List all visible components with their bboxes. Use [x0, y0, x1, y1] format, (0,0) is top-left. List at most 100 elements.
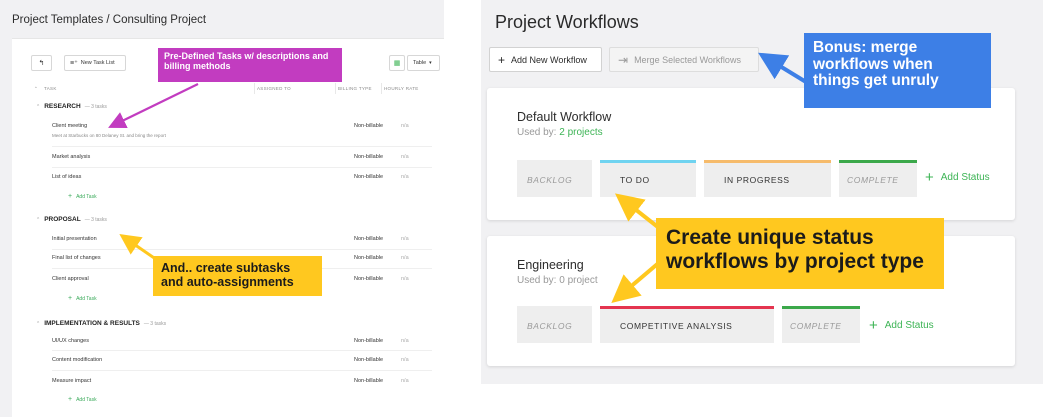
status-complete[interactable]: COMPLETE — [782, 306, 860, 343]
arrow-return-icon: ↰ — [38, 60, 45, 67]
task-name: Client approval — [52, 276, 89, 282]
section-title: PROPOSAL — [44, 216, 81, 223]
section-title: IMPLEMENTATION & RESULTS — [44, 320, 140, 327]
plus-icon: + — [498, 52, 506, 67]
section-title: RESEARCH — [44, 103, 81, 110]
plus-icon: + — [925, 169, 934, 186]
status-backlog[interactable]: BACKLOG — [517, 306, 592, 343]
callout-predefined-tasks: Pre-Defined Tasks w/ descriptions and bi… — [158, 48, 342, 82]
add-task-label: Add Task — [76, 295, 97, 302]
billing-type: Non-billable — [354, 338, 384, 344]
plus-icon: + — [68, 193, 73, 200]
add-status-button[interactable]: + Add Status — [925, 170, 990, 185]
section-proposal[interactable]: ⌃ PROPOSAL — 3 tasks — [36, 216, 107, 223]
chevron-up-icon: ⌃ — [36, 216, 41, 223]
breadcrumb: Project Templates / Consulting Project — [12, 14, 207, 26]
merge-workflows-label: Merge Selected Workflows — [634, 54, 741, 65]
add-status-label: Add Status — [884, 320, 934, 331]
add-task-label: Add Task — [76, 193, 97, 200]
workflow-usage: Used by: 0 project — [517, 275, 598, 286]
status-in-progress[interactable]: IN PROGRESS — [704, 160, 831, 197]
task-row[interactable]: Initial presentation Non-billable n/a — [52, 236, 432, 242]
task-name: Market analysis — [52, 154, 91, 160]
column-task: TASK — [44, 86, 57, 91]
status-label: BACKLOG — [527, 321, 573, 331]
billing-type: Non-billable — [354, 123, 384, 129]
chevron-up-icon: ⌃ — [36, 103, 41, 110]
billing-type: Non-billable — [354, 154, 384, 160]
task-name: UI/UX changes — [52, 338, 89, 344]
status-competitive-analysis[interactable]: COMPETITIVE ANALYSIS — [600, 306, 774, 343]
task-name: Content modification — [52, 357, 103, 363]
add-task-button[interactable]: + Add Task — [68, 193, 97, 200]
plus-icon: + — [869, 317, 878, 334]
status-label: COMPLETE — [790, 321, 842, 331]
column-hourly-rate: HOURLY RATE — [384, 86, 419, 91]
status-complete[interactable]: COMPLETE — [839, 160, 917, 197]
section-count: — 3 tasks — [143, 320, 167, 327]
grid-view-button[interactable]: ▦ — [389, 55, 405, 71]
collapse-all-icon[interactable]: ⌃ — [34, 86, 38, 92]
list-add-icon: ≡⁺ — [70, 60, 78, 67]
usage-prefix: Used by: — [517, 275, 557, 286]
billing-type: Non-billable — [354, 255, 384, 261]
hourly-rate: n/a — [401, 123, 409, 129]
task-name: List of ideas — [52, 174, 82, 180]
merge-icon: ⇥ — [618, 52, 629, 67]
billing-type: Non-billable — [354, 276, 384, 282]
column-assigned-to: ASSIGNED TO — [257, 86, 291, 91]
usage-count: 0 project — [559, 275, 598, 286]
task-name: Initial presentation — [52, 236, 97, 242]
view-select[interactable]: Table ▾ — [407, 55, 440, 71]
task-row[interactable]: Content modification Non-billable n/a — [52, 357, 432, 363]
hourly-rate: n/a — [401, 174, 409, 180]
table-header: ⌃ TASK ASSIGNED TO BILLING TYPE HOURLY R… — [34, 83, 434, 96]
task-row[interactable]: UI/UX changes Non-billable n/a — [52, 338, 432, 344]
hourly-rate: n/a — [401, 255, 409, 261]
billing-type: Non-billable — [354, 357, 384, 363]
section-count: — 3 tasks — [84, 103, 107, 110]
add-task-button[interactable]: + Add Task — [68, 295, 97, 302]
task-row[interactable]: Measure impact Non-billable n/a — [52, 378, 432, 384]
add-workflow-label: Add New Workflow — [511, 54, 587, 65]
add-status-button[interactable]: + Add Status — [869, 318, 934, 333]
view-select-label: Table — [413, 60, 427, 66]
task-row[interactable]: Client meeting Meet at Starbucks on 80 D… — [52, 123, 432, 138]
billing-type: Non-billable — [354, 174, 384, 180]
add-workflow-button[interactable]: + Add New Workflow — [489, 47, 602, 72]
billing-type: Non-billable — [354, 236, 384, 242]
hourly-rate: n/a — [401, 378, 409, 384]
section-research[interactable]: ⌃ RESEARCH — 3 tasks — [36, 103, 107, 110]
grid-icon: ▦ — [393, 60, 401, 67]
new-task-list-label: New Task List — [80, 60, 115, 66]
status-label: COMPLETE — [847, 175, 899, 185]
section-implementation[interactable]: ⌃ IMPLEMENTATION & RESULTS — 3 tasks — [36, 320, 166, 327]
usage-link[interactable]: 2 projects — [559, 127, 602, 138]
workflow-name: Engineering — [517, 258, 584, 272]
page: Project Templates / Consulting Project ↰… — [0, 0, 1043, 417]
task-name: Measure impact — [52, 378, 92, 384]
add-task-button[interactable]: + Add Task — [68, 396, 97, 403]
task-name: Client meeting — [52, 123, 88, 129]
callout-status-workflows: Create unique status workflows by projec… — [656, 218, 944, 289]
billing-type: Non-billable — [354, 378, 384, 384]
chevron-up-icon: ⌃ — [36, 320, 41, 327]
status-label: IN PROGRESS — [724, 175, 790, 185]
status-backlog[interactable]: BACKLOG — [517, 160, 592, 197]
hourly-rate: n/a — [401, 154, 409, 160]
usage-prefix: Used by: — [517, 127, 557, 138]
task-description: Meet at Starbucks on 80 Delaney St. and … — [52, 133, 166, 138]
hourly-rate: n/a — [401, 338, 409, 344]
task-table-card: ↰ ≡⁺ New Task List ▦ Table ▾ ⌃ TASK ASSI… — [12, 38, 444, 417]
status-to-do[interactable]: TO DO — [600, 160, 696, 197]
task-name: Final list of changes — [52, 255, 101, 261]
status-label: COMPETITIVE ANALYSIS — [620, 321, 733, 331]
new-task-list-button[interactable]: ≡⁺ New Task List — [64, 55, 126, 71]
callout-merge-workflows: Bonus: merge workflows when things get u… — [804, 33, 991, 108]
status-label: BACKLOG — [527, 175, 573, 185]
task-row[interactable]: Market analysis Non-billable n/a — [52, 154, 432, 160]
task-row[interactable]: List of ideas Non-billable n/a — [52, 174, 432, 180]
collapse-button[interactable]: ↰ — [31, 55, 52, 71]
chevron-down-icon: ▾ — [429, 60, 432, 66]
merge-workflows-button[interactable]: ⇥ Merge Selected Workflows — [609, 47, 759, 72]
